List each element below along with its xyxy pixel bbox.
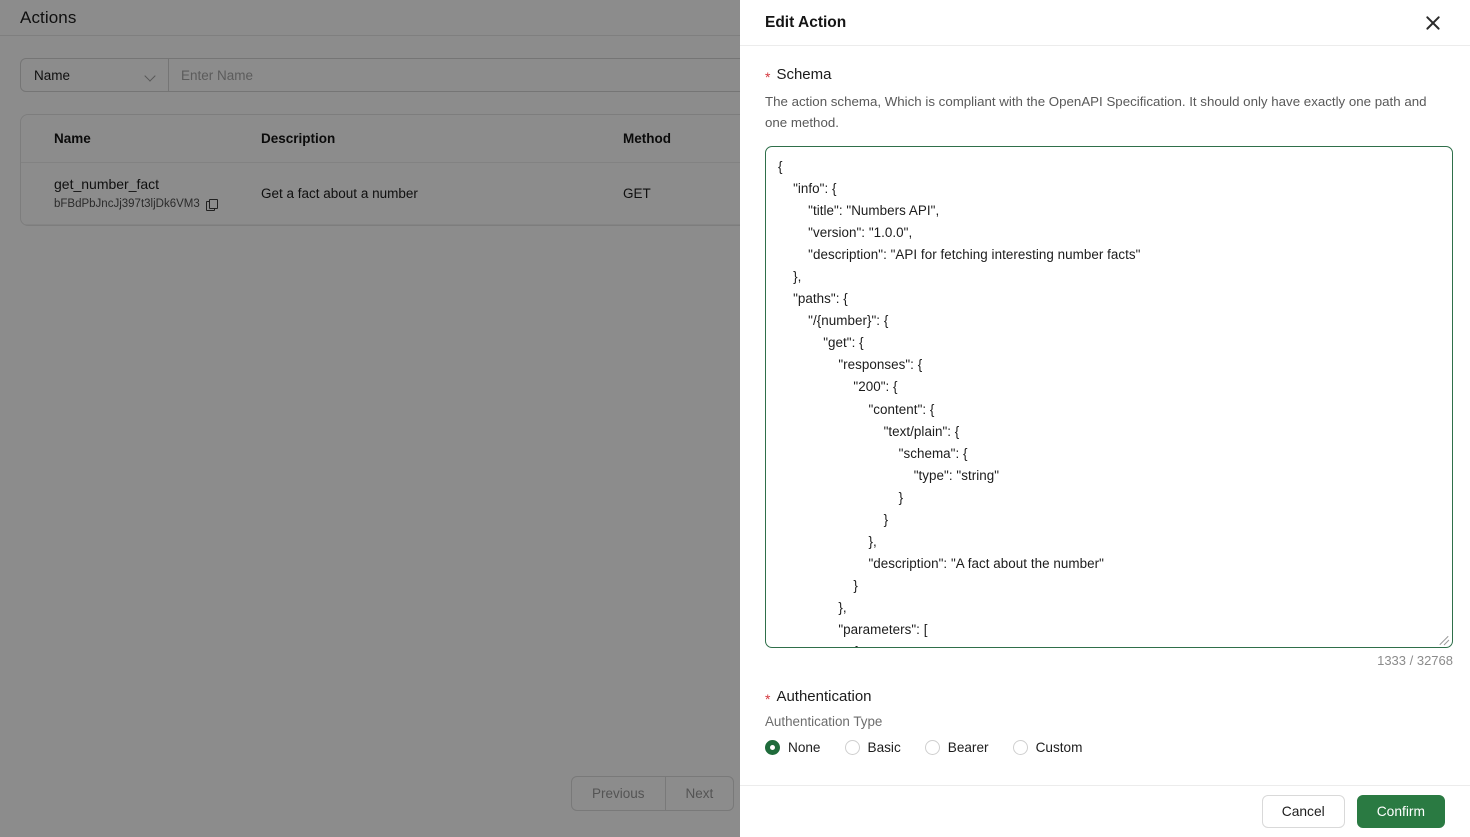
radio-dot-none [765, 740, 780, 755]
radio-label-basic: Basic [867, 740, 901, 755]
schema-textarea-value: { "info": { "title": "Numbers API", "ver… [778, 159, 1141, 647]
confirm-button[interactable]: Confirm [1356, 795, 1445, 828]
edit-action-drawer: Edit Action * Schema The action schema, … [740, 0, 1470, 837]
authentication-type-label: Authentication Type [765, 714, 883, 729]
drawer-header: Edit Action [740, 0, 1470, 46]
app-root: Actions Name Enter Name Name Description… [0, 0, 1470, 837]
radio-option-custom[interactable]: Custom [1012, 740, 1097, 755]
authentication-label-text: Authentication [776, 688, 872, 705]
cancel-button[interactable]: Cancel [1261, 795, 1345, 828]
schema-textarea[interactable]: { "info": { "title": "Numbers API", "ver… [765, 146, 1453, 648]
resize-handle-icon[interactable] [1436, 631, 1450, 646]
drawer-title: Edit Action [765, 13, 847, 31]
authentication-section: * Authentication Authentication Type Non… [765, 688, 1451, 755]
schema-char-counter: 1333 / 32768 [1377, 653, 1453, 668]
radio-dot-basic [844, 740, 860, 755]
radio-option-none[interactable]: None [765, 740, 835, 755]
schema-label-text: Schema [776, 66, 832, 83]
authentication-type-radio-group: None Basic Bearer Custom [765, 740, 1451, 755]
radio-dot-bearer [924, 740, 940, 755]
radio-label-bearer: Bearer [947, 740, 989, 755]
authentication-label: * Authentication [765, 688, 1451, 707]
drawer-body: * Schema The action schema, Which is com… [740, 46, 1470, 785]
radio-label-none: None [788, 740, 821, 755]
radio-option-bearer[interactable]: Bearer [924, 740, 1003, 755]
radio-label-custom: Custom [1035, 740, 1083, 755]
required-marker-schema: * [765, 69, 771, 85]
radio-dot-custom [1012, 740, 1028, 755]
drawer-footer: Cancel Confirm [740, 785, 1470, 837]
radio-option-basic[interactable]: Basic [844, 740, 915, 755]
required-marker-authentication: * [765, 691, 771, 707]
close-icon[interactable] [1420, 10, 1446, 36]
schema-help-text: The action schema, Which is compliant wi… [765, 94, 1427, 130]
schema-label: * Schema [765, 66, 1451, 85]
